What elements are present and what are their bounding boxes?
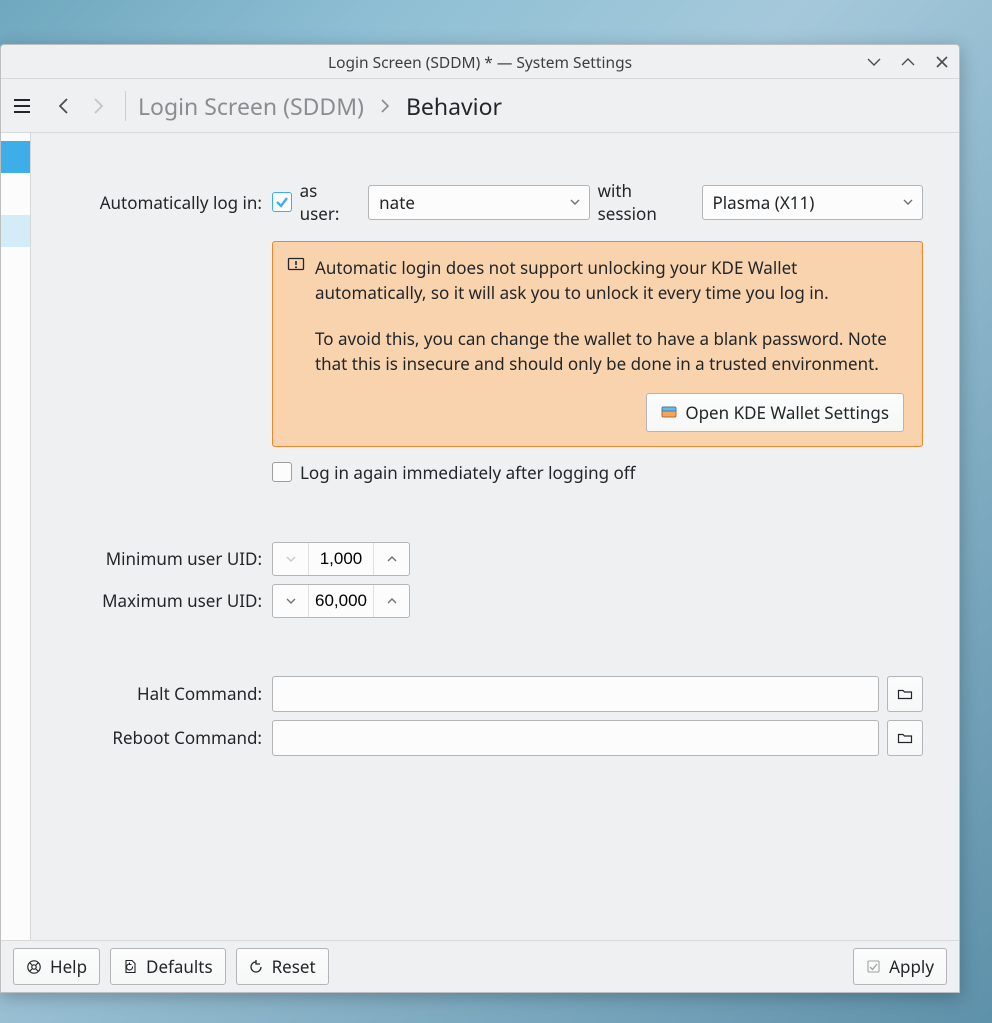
wallet-icon	[661, 404, 677, 420]
halt-browse-button[interactable]	[887, 676, 923, 712]
sidebar-hover-marker	[1, 215, 30, 247]
breadcrumb-module[interactable]: Login Screen (SDDM)	[138, 90, 364, 122]
back-button[interactable]	[49, 91, 79, 121]
halt-cmd-input[interactable]	[272, 676, 879, 712]
min-uid-spinner[interactable]	[272, 542, 410, 576]
hamburger-icon	[13, 97, 31, 115]
reboot-browse-button[interactable]	[887, 720, 923, 756]
breadcrumb-separator-icon	[378, 99, 392, 113]
wallet-warning-callout: Automatic login does not support unlocki…	[272, 241, 923, 447]
folder-open-icon	[897, 730, 913, 746]
maximize-button[interactable]	[899, 53, 917, 71]
open-kwallet-button[interactable]: Open KDE Wallet Settings	[646, 393, 904, 432]
warning-icon	[287, 256, 305, 274]
menu-button[interactable]	[9, 93, 35, 119]
statusbar: Help Defaults Reset	[1, 940, 959, 992]
undo-icon	[249, 959, 264, 974]
as-user-label: as user:	[300, 179, 361, 225]
min-uid-label: Minimum user UID:	[31, 547, 264, 570]
close-icon	[935, 55, 949, 69]
min-uid-decrement	[273, 543, 309, 575]
help-button[interactable]: Help	[13, 948, 100, 985]
session-select[interactable]: Plasma (X11)	[702, 185, 923, 220]
session-select-value: Plasma (X11)	[713, 191, 815, 214]
chevron-left-icon	[55, 97, 73, 115]
chevron-up-icon	[386, 595, 398, 607]
chevron-down-icon	[866, 54, 882, 70]
apply-button[interactable]: Apply	[853, 948, 947, 985]
apply-icon	[866, 959, 881, 974]
breadcrumb-current: Behavior	[406, 90, 502, 122]
chevron-down-icon	[569, 196, 581, 208]
folder-open-icon	[897, 686, 913, 702]
halt-cmd-label: Halt Command:	[31, 682, 264, 705]
defaults-button[interactable]: Defaults	[110, 948, 226, 985]
window-buttons	[865, 45, 951, 78]
user-select-value: nate	[379, 191, 415, 214]
help-label: Help	[50, 955, 87, 978]
sidebar-strip	[1, 133, 31, 940]
help-icon	[26, 959, 42, 975]
chevron-down-icon	[285, 595, 297, 607]
settings-window: Login Screen (SDDM) * — System Settings	[0, 44, 960, 993]
max-uid-increment[interactable]	[373, 585, 409, 617]
minimize-button[interactable]	[865, 53, 883, 71]
chevron-up-icon	[900, 54, 916, 70]
defaults-label: Defaults	[146, 955, 213, 978]
reboot-cmd-label: Reboot Command:	[31, 726, 264, 749]
body: Automatically log in: as user: nate with…	[1, 133, 959, 940]
reset-label: Reset	[272, 955, 316, 978]
user-select[interactable]: nate	[368, 185, 589, 220]
min-uid-input[interactable]	[309, 543, 373, 575]
max-uid-decrement[interactable]	[273, 585, 309, 617]
with-session-label: with session	[598, 179, 694, 225]
separator	[125, 91, 126, 121]
chevron-up-icon	[386, 553, 398, 565]
sidebar-selection-marker	[1, 141, 30, 173]
titlebar: Login Screen (SDDM) * — System Settings	[1, 45, 959, 79]
apply-label: Apply	[889, 955, 934, 978]
relogin-label: Log in again immediately after logging o…	[300, 461, 635, 484]
check-icon	[275, 195, 289, 209]
chevron-right-icon	[89, 97, 107, 115]
relogin-checkbox[interactable]	[272, 462, 292, 482]
auto-login-checkbox[interactable]	[272, 192, 292, 212]
close-button[interactable]	[933, 53, 951, 71]
max-uid-spinner[interactable]	[272, 584, 410, 618]
max-uid-label: Maximum user UID:	[31, 589, 264, 612]
window-title: Login Screen (SDDM) * — System Settings	[328, 51, 632, 73]
auto-login-label: Automatically log in:	[31, 191, 264, 214]
form-area: Automatically log in: as user: nate with…	[31, 133, 959, 940]
forward-button	[83, 91, 113, 121]
document-revert-icon	[123, 959, 138, 974]
chevron-down-icon	[902, 196, 914, 208]
min-uid-increment[interactable]	[373, 543, 409, 575]
callout-p1: Automatic login does not support unlocki…	[315, 256, 904, 305]
reboot-cmd-input[interactable]	[272, 720, 879, 756]
chevron-down-icon	[285, 553, 297, 565]
toolbar: Login Screen (SDDM) Behavior	[1, 79, 959, 133]
max-uid-input[interactable]	[309, 585, 373, 617]
reset-button[interactable]: Reset	[236, 948, 329, 985]
open-kwallet-label: Open KDE Wallet Settings	[685, 401, 889, 424]
callout-p2: To avoid this, you can change the wallet…	[315, 327, 904, 376]
